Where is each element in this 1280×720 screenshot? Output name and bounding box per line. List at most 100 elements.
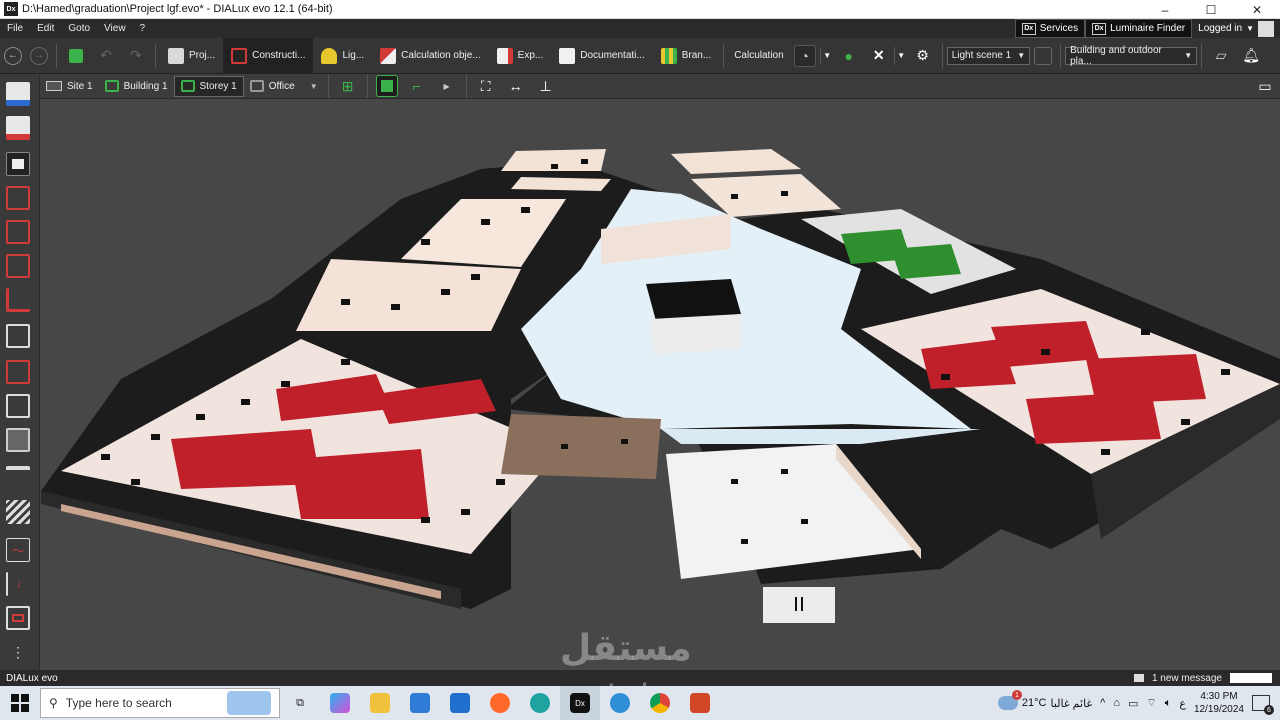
powerpoint-icon[interactable]: [680, 686, 720, 720]
menu-edit[interactable]: Edit: [30, 23, 61, 34]
action-center-icon[interactable]: 6: [1252, 695, 1274, 715]
new-room-icon[interactable]: [6, 152, 30, 176]
forward-icon[interactable]: →: [30, 46, 48, 65]
taskbar-clock[interactable]: 4:30 PM 12/19/2024: [1194, 690, 1244, 716]
tab-calculation-objects[interactable]: Calculation obje...: [372, 38, 489, 74]
opening-tool-icon[interactable]: ↓: [6, 572, 30, 596]
tab-construction[interactable]: Constructi...: [223, 37, 314, 74]
box-tool-icon[interactable]: [6, 394, 30, 418]
extrude-tool-icon[interactable]: [6, 360, 30, 384]
breadcrumb-storey[interactable]: Storey 1: [173, 75, 244, 97]
cube-tool-icon[interactable]: [6, 324, 30, 348]
minimize-button[interactable]: –: [1142, 0, 1188, 19]
new-message-label[interactable]: 1 new message: [1152, 673, 1222, 684]
plan-select[interactable]: Building and outdoor pla... ▼: [1065, 45, 1198, 67]
calculation-timer-icon[interactable]: ◔: [793, 44, 816, 67]
gear-icon[interactable]: ⚙: [912, 45, 934, 67]
chevron-up-icon[interactable]: ^: [1100, 697, 1105, 709]
stair-tool-icon[interactable]: [6, 500, 30, 524]
wifi-icon[interactable]: ⌔: [1146, 696, 1156, 710]
save-icon[interactable]: [65, 45, 87, 67]
building-icon: [104, 80, 119, 92]
task-view-icon[interactable]: ⧉: [280, 686, 320, 720]
wall-tool-icon[interactable]: [6, 186, 30, 210]
import-ifc-icon[interactable]: [6, 116, 30, 140]
luminaire-finder-button[interactable]: Dx Luminaire Finder: [1085, 19, 1193, 38]
floor-plan-view-icon[interactable]: ⌐: [406, 75, 428, 97]
windows-start-button[interactable]: [0, 686, 40, 720]
cancel-dropdown[interactable]: ▼: [893, 46, 908, 65]
back-icon[interactable]: ←: [4, 46, 22, 65]
dimension-icon[interactable]: ⊥: [535, 75, 557, 97]
volume-icon[interactable]: 🔈︎: [1165, 697, 1172, 710]
start-calculation-icon[interactable]: ●: [838, 45, 860, 67]
tab-documentation[interactable]: Documentati...: [551, 38, 652, 74]
door-tool-icon[interactable]: [6, 254, 30, 278]
measure-icon[interactable]: ↔: [505, 75, 527, 97]
globe-app-icon[interactable]: [600, 686, 640, 720]
taskbar-search-box[interactable]: ⚲ Type here to search: [40, 688, 280, 718]
screen-icon[interactable]: ▭: [1254, 75, 1276, 97]
calculation-dropdown[interactable]: ▼: [819, 46, 834, 65]
meet-icon[interactable]: ⌂: [1113, 697, 1120, 709]
top-right-links: Dx Services Dx Luminaire Finder Logged i…: [1014, 19, 1280, 38]
chrome-icon[interactable]: [640, 686, 680, 720]
select-room-icon[interactable]: ⊞: [337, 75, 359, 97]
floor-tool-icon[interactable]: [6, 288, 30, 312]
light-scene-settings-icon[interactable]: [1034, 46, 1053, 65]
3d-viewport[interactable]: [41, 99, 1280, 670]
redo-icon[interactable]: ↷: [125, 45, 147, 67]
battery-icon[interactable]: ▭: [1128, 697, 1138, 710]
printer-icon[interactable]: [1133, 674, 1144, 682]
tab-light[interactable]: Lig...: [313, 38, 372, 74]
light-scene-select[interactable]: Light scene 1 ▼: [946, 46, 1031, 65]
divider: [465, 74, 467, 98]
store-icon[interactable]: [400, 686, 440, 720]
room-tool-icon[interactable]: [6, 220, 30, 244]
cancel-calculation-icon[interactable]: ✕: [868, 45, 890, 67]
menu-file[interactable]: File: [0, 23, 30, 34]
logged-in-menu[interactable]: Logged in ▼: [1192, 19, 1280, 38]
firefox-icon[interactable]: [480, 686, 520, 720]
storey-icon: [180, 80, 195, 92]
menu-goto[interactable]: Goto: [61, 23, 97, 34]
breadcrumb-building[interactable]: Building 1: [99, 76, 174, 97]
roof-tool-icon[interactable]: [6, 466, 30, 490]
window-tool-icon[interactable]: [6, 606, 30, 630]
dialux-taskbar-icon[interactable]: Dx: [560, 686, 600, 720]
fit-view-icon[interactable]: ⛶: [475, 75, 497, 97]
solid-tool-icon[interactable]: [6, 428, 30, 452]
message-bar[interactable]: [1230, 673, 1272, 683]
breadcrumb: Site 1 Building 1 Storey 1 Office ▼ ⊞ ⌐ …: [40, 74, 1280, 99]
breadcrumb-site-label: Site 1: [67, 80, 93, 92]
services-button[interactable]: Dx Services: [1014, 19, 1086, 38]
file-explorer-icon[interactable]: [360, 686, 400, 720]
solid-view-icon[interactable]: [375, 75, 398, 97]
layout-icon[interactable]: ▱: [1210, 45, 1232, 67]
edge-icon[interactable]: [520, 686, 560, 720]
breadcrumb-room[interactable]: Office ▼: [244, 76, 324, 97]
breadcrumb-site[interactable]: Site 1: [40, 76, 99, 97]
weather-widget[interactable]: 1 21°C غائم غالبا: [997, 690, 1092, 710]
copilot-icon[interactable]: [320, 686, 360, 720]
undo-icon[interactable]: ↶: [95, 45, 117, 67]
curve-tool-icon[interactable]: 〜: [6, 538, 30, 562]
luminaire-finder-label: Luminaire Finder: [1110, 23, 1186, 34]
chevron-down-icon: ▼: [1246, 24, 1254, 33]
import-dwg-icon[interactable]: [6, 82, 30, 106]
menu-help[interactable]: ?: [133, 23, 153, 34]
notification-bell-icon[interactable]: 🔔︎: [1240, 45, 1262, 67]
tab-brand[interactable]: Bran...: [653, 38, 719, 74]
tab-export[interactable]: Exp...: [489, 38, 552, 74]
menu-view[interactable]: View: [97, 23, 133, 34]
mail-icon[interactable]: [440, 686, 480, 720]
language-indicator[interactable]: ع: [1179, 697, 1186, 710]
maximize-button[interactable]: ☐: [1188, 0, 1234, 19]
weather-temp: 21°C: [1021, 697, 1047, 709]
divider: [327, 74, 329, 98]
tab-project[interactable]: Proj...: [160, 38, 223, 74]
hierarchy-tool-icon[interactable]: ⋮: [6, 640, 30, 664]
construction-icon: [231, 47, 248, 64]
close-window-button[interactable]: ✕: [1234, 0, 1280, 19]
play-icon[interactable]: ▶: [436, 75, 458, 97]
